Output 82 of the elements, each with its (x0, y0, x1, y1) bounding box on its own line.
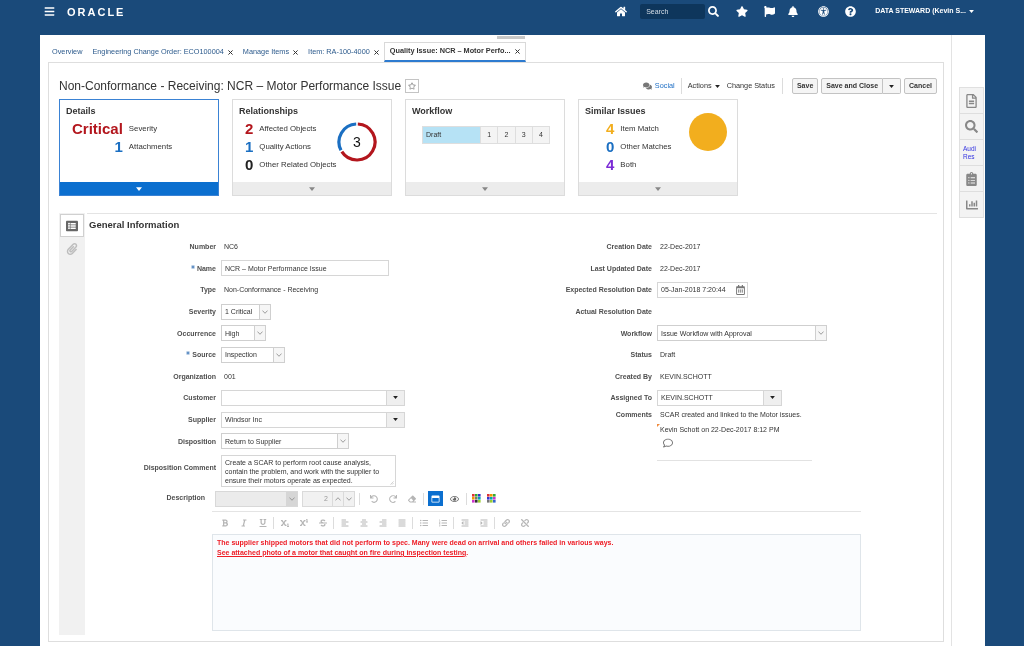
caret-down-icon (714, 84, 720, 88)
rail-tab[interactable] (60, 214, 84, 237)
count-value: 4 (606, 156, 615, 174)
caret-down-icon (969, 10, 974, 13)
chat-bubbles-icon[interactable] (642, 82, 652, 90)
card-title: Similar Issues (585, 106, 646, 117)
menu-icon[interactable] (43, 6, 56, 17)
close-icon[interactable] (293, 49, 299, 55)
dropdown-button[interactable] (764, 389, 782, 406)
subscript-icon[interactable] (280, 518, 289, 527)
chevron-down-icon (818, 331, 824, 336)
card-title: Workflow (412, 106, 453, 117)
link-icon[interactable] (501, 518, 510, 527)
undo-icon[interactable] (369, 494, 378, 503)
bar-chart-icon[interactable] (964, 198, 979, 211)
card-title: Details (66, 106, 96, 117)
editor-mode-button[interactable] (428, 491, 443, 507)
eraser-icon[interactable] (407, 494, 416, 503)
count-value: 0 (606, 138, 615, 156)
combo-input[interactable] (221, 389, 387, 406)
flag-marker-icon (657, 423, 660, 427)
count-value: Critical (72, 120, 123, 138)
close-icon[interactable] (227, 49, 233, 55)
calendar-icon[interactable] (736, 285, 745, 295)
chevron-down-icon (276, 352, 282, 357)
chevron-down-icon (262, 309, 268, 314)
color-grid-icon[interactable] (472, 494, 481, 504)
unlink-icon[interactable] (520, 518, 529, 527)
split-dropdown-button[interactable] (883, 78, 902, 94)
redo-icon[interactable] (388, 494, 397, 503)
strikethrough-icon[interactable] (318, 518, 327, 527)
bell-icon[interactable] (788, 6, 799, 17)
italic-icon[interactable] (239, 518, 248, 527)
flag-icon[interactable] (764, 6, 776, 17)
caret-down-icon (482, 186, 488, 191)
caret-down-icon (393, 396, 398, 400)
count-value: 1 (114, 138, 123, 156)
chevron-down-icon (288, 496, 295, 501)
resize-grip-icon (390, 480, 394, 485)
count-value: 4 (606, 120, 615, 138)
bulleted-list-icon[interactable] (419, 518, 428, 527)
count-value: 2 (245, 120, 254, 138)
chevron-down-icon (340, 439, 346, 444)
dropdown-button[interactable] (387, 411, 405, 428)
chevron-up-icon (335, 496, 341, 501)
paperclip-icon (65, 242, 79, 255)
window-icon (431, 494, 440, 503)
color-grid-icon[interactable] (487, 494, 496, 504)
caret-down-icon (655, 186, 661, 191)
add-comment-icon[interactable] (663, 437, 673, 448)
chevron-down-icon (257, 331, 263, 336)
count-value: 0 (245, 156, 254, 174)
accessibility-icon[interactable] (818, 6, 830, 17)
clipboard-icon[interactable] (966, 171, 977, 186)
search-icon[interactable] (708, 6, 720, 17)
help-icon[interactable] (845, 6, 857, 17)
page-title: Non-Conformance - Receiving: NCR – Motor Performance Issue (59, 78, 402, 95)
drag-handle[interactable] (497, 36, 525, 39)
caret-down-icon (136, 186, 142, 191)
star-icon[interactable] (736, 6, 749, 17)
chevron-down-icon (346, 496, 352, 501)
underline-icon[interactable] (258, 518, 267, 527)
eye-icon (450, 494, 459, 503)
numbered-list-icon[interactable] (438, 518, 447, 527)
dropdown-button[interactable] (387, 389, 405, 406)
caret-down-icon (770, 396, 775, 400)
document-icon[interactable] (966, 93, 977, 108)
count-value: 1 (245, 138, 254, 156)
caret-down-icon (889, 84, 895, 88)
section-title: General Information (89, 217, 180, 232)
close-icon[interactable] (373, 49, 379, 55)
superscript-icon[interactable] (299, 518, 308, 527)
donut-total: 3 (353, 134, 361, 150)
caret-down-icon (393, 418, 398, 422)
list-icon (65, 219, 79, 232)
logo: ORACLE (67, 5, 126, 18)
card-title: Relationships (239, 106, 298, 117)
bold-icon[interactable] (220, 518, 229, 527)
pie-slice (689, 113, 727, 151)
caret-down-icon (309, 186, 315, 191)
home-icon[interactable] (615, 6, 628, 17)
close-icon[interactable] (514, 49, 520, 54)
